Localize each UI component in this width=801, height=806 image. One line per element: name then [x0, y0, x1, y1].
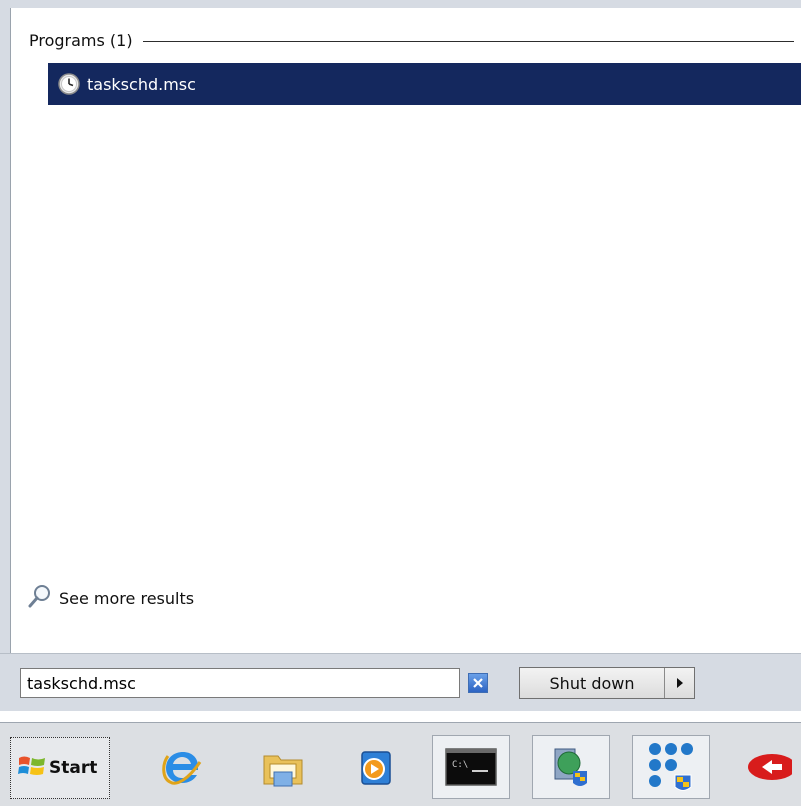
red-app-icon	[748, 754, 792, 780]
taskbar-network-settings[interactable]	[632, 735, 710, 799]
clear-x-icon	[473, 678, 483, 688]
task-scheduler-clock-icon	[58, 73, 80, 95]
shutdown-button-group: Shut down	[519, 667, 695, 699]
triangle-right-icon	[676, 678, 683, 688]
search-results-pane: Programs (1) taskschd.msc See more resul…	[10, 8, 801, 653]
windows-explorer-icon	[263, 755, 303, 787]
command-prompt-icon: C:\	[445, 748, 497, 786]
search-magnifier-icon	[27, 583, 53, 613]
taskbar-red-app[interactable]	[728, 735, 801, 799]
taskbar-media-player[interactable]	[336, 735, 414, 799]
start-label: Start	[49, 758, 98, 778]
results-group-header: Programs (1)	[29, 30, 794, 50]
clear-search-button[interactable]	[468, 673, 488, 693]
group-divider	[142, 40, 794, 42]
see-more-label: See more results	[59, 588, 195, 608]
shutdown-button[interactable]: Shut down	[520, 668, 665, 698]
start-menu: Programs (1) taskschd.msc See more resul…	[0, 0, 801, 711]
result-item-label: taskschd.msc	[87, 74, 196, 94]
network-settings-icon	[649, 743, 693, 791]
see-more-results-link[interactable]: See more results	[27, 583, 194, 613]
media-player-icon	[361, 751, 391, 785]
search-row: Shut down	[0, 653, 801, 711]
search-input-box[interactable]	[20, 668, 460, 698]
taskbar: Start C:\	[0, 722, 801, 806]
taskbar-command-prompt[interactable]: C:\	[432, 735, 510, 799]
result-item-taskschd[interactable]: taskschd.msc	[48, 63, 801, 105]
svg-text:C:\: C:\	[452, 760, 468, 770]
search-input[interactable]	[21, 669, 459, 697]
windows-logo-icon	[17, 752, 47, 784]
internet-explorer-icon	[162, 752, 202, 785]
taskbar-internet-explorer[interactable]	[144, 735, 222, 799]
group-label: Programs (1)	[29, 30, 133, 50]
taskbar-windows-explorer[interactable]	[244, 735, 322, 799]
server-manager-icon	[554, 748, 587, 786]
start-button[interactable]: Start	[10, 737, 110, 799]
taskbar-server-manager[interactable]	[532, 735, 610, 799]
shutdown-options-button[interactable]	[665, 668, 694, 698]
